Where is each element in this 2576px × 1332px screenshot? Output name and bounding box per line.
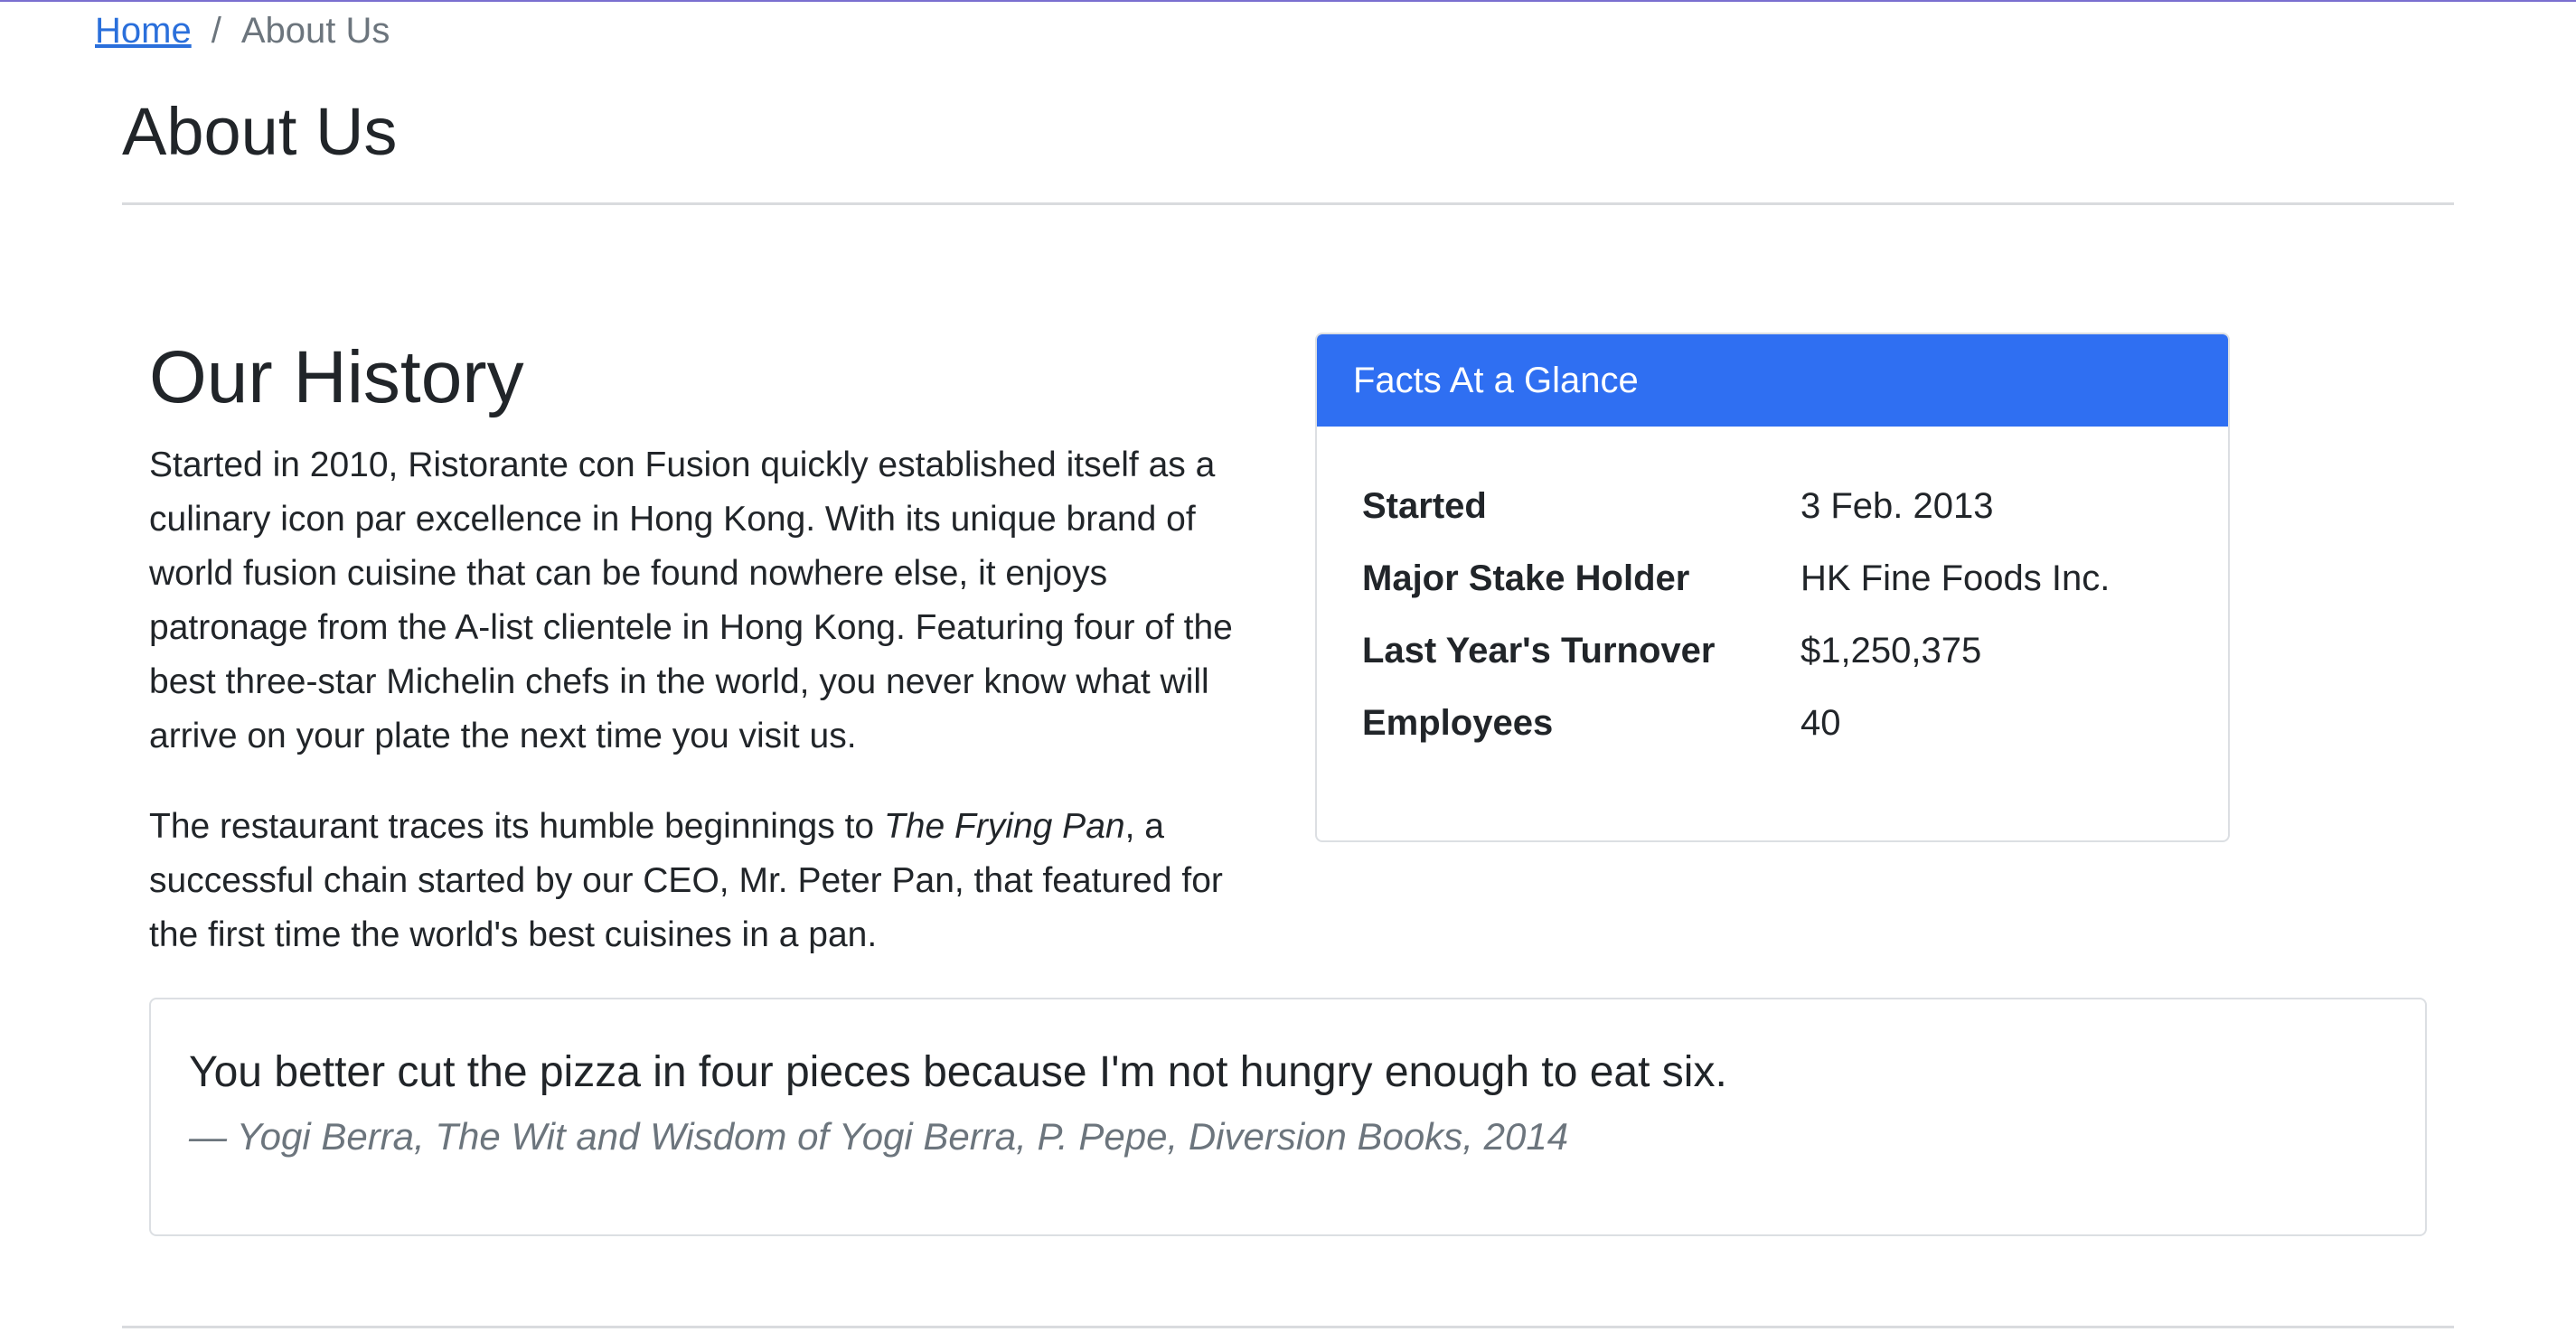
history-heading: Our History [149,336,524,418]
breadcrumb: Home / About Us [95,7,390,54]
facts-card: Facts At a Glance Started 3 Feb. 2013 Ma… [1315,333,2230,842]
fact-label: Employees [1362,703,1554,743]
breadcrumb-home-link[interactable]: Home [95,11,192,51]
restaurant-name-italic: The Frying Pan [883,807,1125,846]
history-paragraph-2: The restaurant traces its humble beginni… [149,800,1261,962]
quote-text: You better cut the pizza in four pieces … [189,1048,1727,1096]
title-divider [122,202,2454,205]
quote-citation: — Yogi Berra, The Wit and Wisdom of Yogi… [189,1115,1569,1158]
fact-value: 3 Feb. 2013 [1800,486,1994,526]
page-title: About Us [122,94,398,169]
quote-blockquote: You better cut the pizza in four pieces … [149,998,2427,1236]
history-paragraph-2-start: The restaurant traces its humble beginni… [149,807,884,846]
fact-label: Last Year's Turnover [1362,631,1716,671]
footer-divider [122,1326,2454,1328]
breadcrumb-separator: / [211,11,221,51]
fact-label: Major Stake Holder [1362,558,1690,598]
history-paragraph-1: Started in 2010, Ristorante con Fusion q… [149,446,1233,755]
facts-card-header: Facts At a Glance [1317,334,2228,427]
breadcrumb-current: About Us [240,11,390,51]
top-border-line [0,0,2576,2]
fact-value: $1,250,375 [1800,631,1982,671]
fact-label: Started [1362,486,1487,526]
fact-value: HK Fine Foods Inc. [1800,558,2111,598]
fact-value: 40 [1800,703,1841,743]
